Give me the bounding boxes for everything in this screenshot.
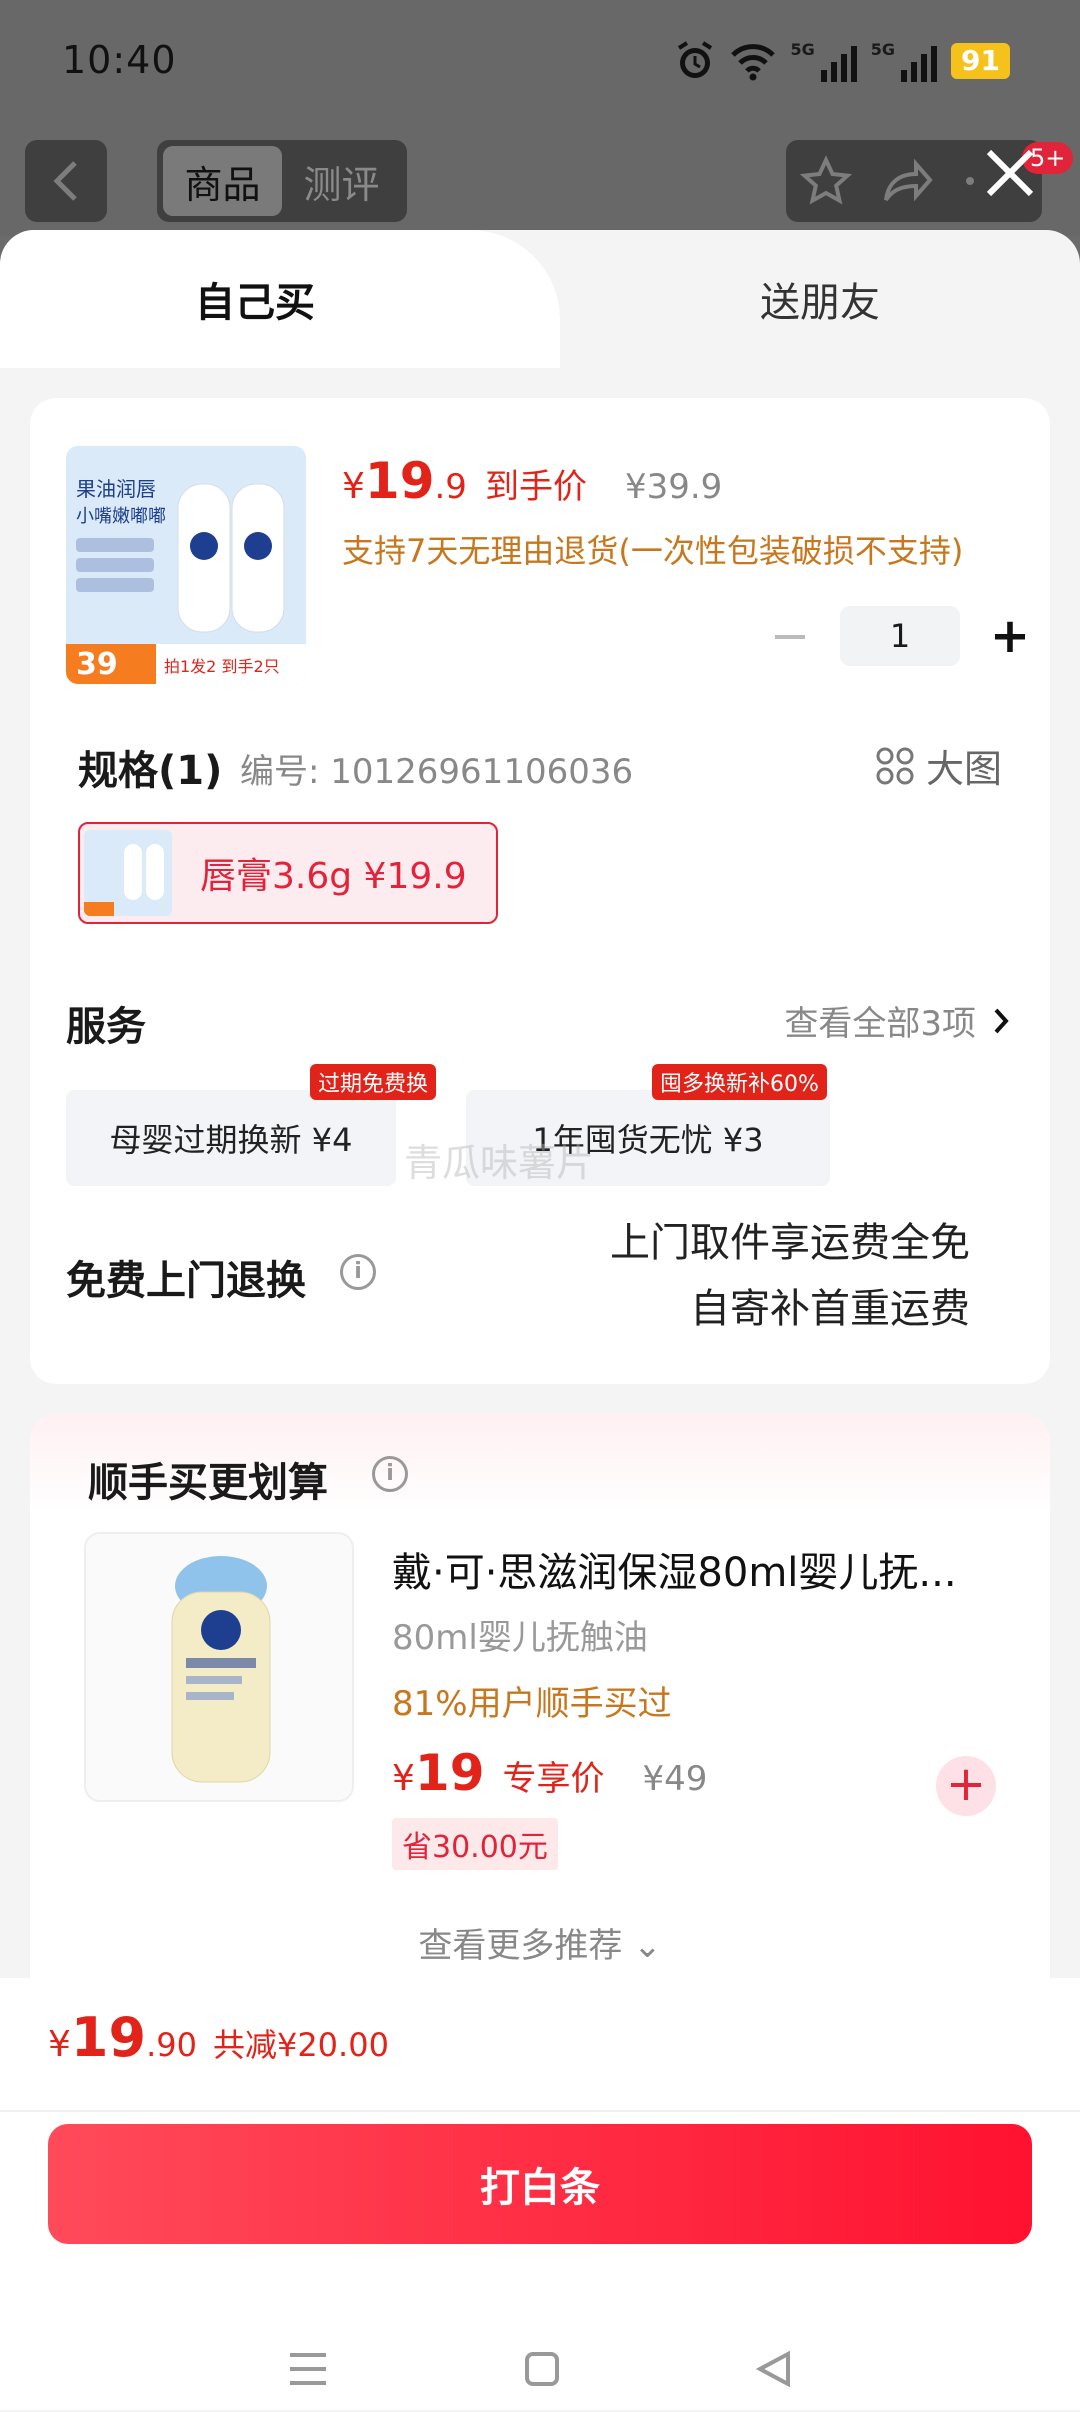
chevron-right-icon [994, 1008, 1009, 1033]
quantity-stepper: − 1 + [760, 606, 1040, 666]
product-image: 果油润唇 小嘴嫩嘟嘟 39 拍1发2 到手2只 [66, 446, 306, 684]
savings-badge: 省30.00元 [392, 1818, 558, 1870]
share-icon[interactable] [880, 156, 934, 206]
top-nav: 商品 测评 [0, 126, 1080, 236]
back-button[interactable] [25, 140, 107, 222]
spec-code: 编号: 10126961106036 [240, 752, 634, 792]
network-type-label-2: 5G [870, 40, 896, 59]
recommend-thumbnail[interactable] [84, 1532, 354, 1802]
status-icons: 5G 5G 91 [675, 38, 1010, 84]
original-price: ¥39.9 [624, 467, 723, 507]
pay-button[interactable]: 打白条 [48, 2124, 1032, 2244]
back-icon[interactable] [756, 2351, 792, 2387]
price-decimal: .9 [434, 467, 467, 507]
spec-title: 规格(1) [78, 748, 223, 794]
big-image-label: 大图 [925, 747, 1002, 791]
page-switcher: 商品 测评 [157, 140, 407, 222]
spec-option-label: 唇膏3.6g ¥19.9 [200, 856, 467, 897]
service-tag: 过期免费换 [310, 1064, 437, 1100]
close-icon[interactable] [975, 138, 1045, 208]
service-title: 服务 [66, 1004, 146, 1050]
big-image-button[interactable]: 大图 [876, 738, 1002, 793]
product-card: 果油润唇 小嘴嫩嘟嘟 39 拍1发2 到手2只 ¥ 19 .9 到手价 ¥39.… [30, 398, 1050, 1384]
info-icon[interactable]: i [340, 1254, 376, 1290]
purchase-sheet: 送朋友 自己买 果油润唇 小嘴嫩嘟嘟 39 拍1发2 到手2只 ¥ 19 .9 … [0, 230, 1080, 2412]
status-time: 10:40 [62, 38, 177, 82]
increase-button[interactable]: + [980, 608, 1040, 664]
decrease-button[interactable]: − [760, 608, 820, 664]
product-thumbnail[interactable]: 果油润唇 小嘴嫩嘟嘟 39 拍1发2 到手2只 [66, 446, 306, 684]
recommendation-title: 顺手买更划算 [88, 1460, 328, 1506]
recommend-spec: 80ml婴儿抚触油 [392, 1618, 648, 1658]
free-return-title: 免费上门退换 [66, 1258, 306, 1304]
tab-review[interactable]: 测评 [282, 146, 401, 216]
discount-amount: 共减¥20.00 [212, 2026, 389, 2064]
grid-icon [876, 747, 914, 784]
spec-thumbnail [84, 830, 172, 916]
service-tag: 囤多换新补60% [652, 1064, 827, 1100]
baby-oil-image [171, 1556, 271, 1783]
service-option-expiry[interactable]: 母婴过期换新 ¥4 [66, 1090, 396, 1186]
star-icon[interactable] [800, 155, 852, 207]
purchase-tabs: 送朋友 自己买 [0, 230, 1080, 368]
svg-text:拍1发2 到手2只: 拍1发2 到手2只 [164, 657, 280, 676]
home-icon[interactable] [524, 2351, 560, 2387]
more-recommendations[interactable]: 查看更多推荐 ⌄ [30, 1918, 1050, 1967]
add-recommend-button[interactable]: + [936, 1756, 996, 1816]
system-nav-bar [0, 2328, 1080, 2410]
divider [0, 2110, 1080, 2112]
currency-symbol: ¥ [342, 466, 365, 507]
free-return-line-1: 上门取件享运费全免 [610, 1220, 970, 1266]
total-price: ¥ 19 .90 共减¥20.00 [48, 2006, 389, 2069]
recommend-percent: 81%用户顺手买过 [392, 1684, 672, 1724]
menu-icon[interactable] [288, 2351, 328, 2387]
svg-text:果油润唇: 果油润唇 [76, 477, 156, 501]
recommend-name[interactable]: 戴·可·思滋润保湿80ml婴儿抚... [392, 1540, 957, 1598]
signal-icon-2: 5G [870, 40, 938, 82]
service-option-label: 母婴过期换新 ¥4 [109, 1121, 353, 1159]
network-type-label: 5G [790, 40, 815, 59]
battery-icon: 91 [951, 43, 1010, 79]
wifi-icon [730, 44, 775, 81]
recommend-price: 19 [414, 1744, 485, 1802]
currency-symbol: ¥ [48, 2024, 71, 2065]
svg-text:小嘴嫩嘟嘟: 小嘴嫩嘟嘟 [76, 506, 166, 527]
price-row: ¥ 19 .9 到手价 ¥39.9 [342, 452, 722, 510]
total-integer: 19 [70, 2006, 147, 2069]
return-policy-note: 支持7天无理由退货(一次性包装破损不支持) [342, 532, 964, 570]
recommend-price-label: 专享价 [502, 1759, 605, 1799]
currency-symbol: ¥ [392, 1758, 415, 1799]
view-all-services[interactable]: 查看全部3项 [784, 996, 1010, 1045]
recommendation-card: 顺手买更划算 i 戴·可·思滋润保湿80ml婴儿抚... 80ml婴儿抚触油 8… [30, 1414, 1050, 2034]
price-label: 到手价 [484, 467, 587, 507]
watermark: 青瓜味薯片 [404, 1141, 595, 1185]
tab-product[interactable]: 商品 [163, 146, 282, 216]
total-decimal: .90 [146, 2026, 197, 2064]
spec-option-lip-balm[interactable]: 唇膏3.6g ¥19.9 [78, 822, 498, 924]
svg-text:39: 39 [76, 647, 118, 682]
info-icon[interactable]: i [372, 1456, 408, 1492]
price-integer: 19 [364, 452, 435, 510]
status-bar: 10:40 5G 5G 91 [0, 0, 1080, 126]
chevron-left-icon [53, 161, 77, 201]
tab-gift[interactable]: 送朋友 [560, 230, 1080, 368]
recommend-original-price: ¥49 [642, 1759, 708, 1799]
quantity-input[interactable]: 1 [840, 606, 960, 666]
alarm-icon [677, 41, 712, 78]
signal-icon: 5G [791, 40, 857, 82]
view-all-label: 查看全部3项 [784, 1004, 976, 1044]
checkout-footer: ¥ 19 .90 共减¥20.00 打白条 [0, 1978, 1080, 2410]
free-return-line-2: 自寄补首重运费 [690, 1286, 970, 1332]
recommend-price-row: ¥ 19 专享价 ¥49 [392, 1744, 707, 1802]
tab-self[interactable]: 自己买 [0, 230, 560, 368]
